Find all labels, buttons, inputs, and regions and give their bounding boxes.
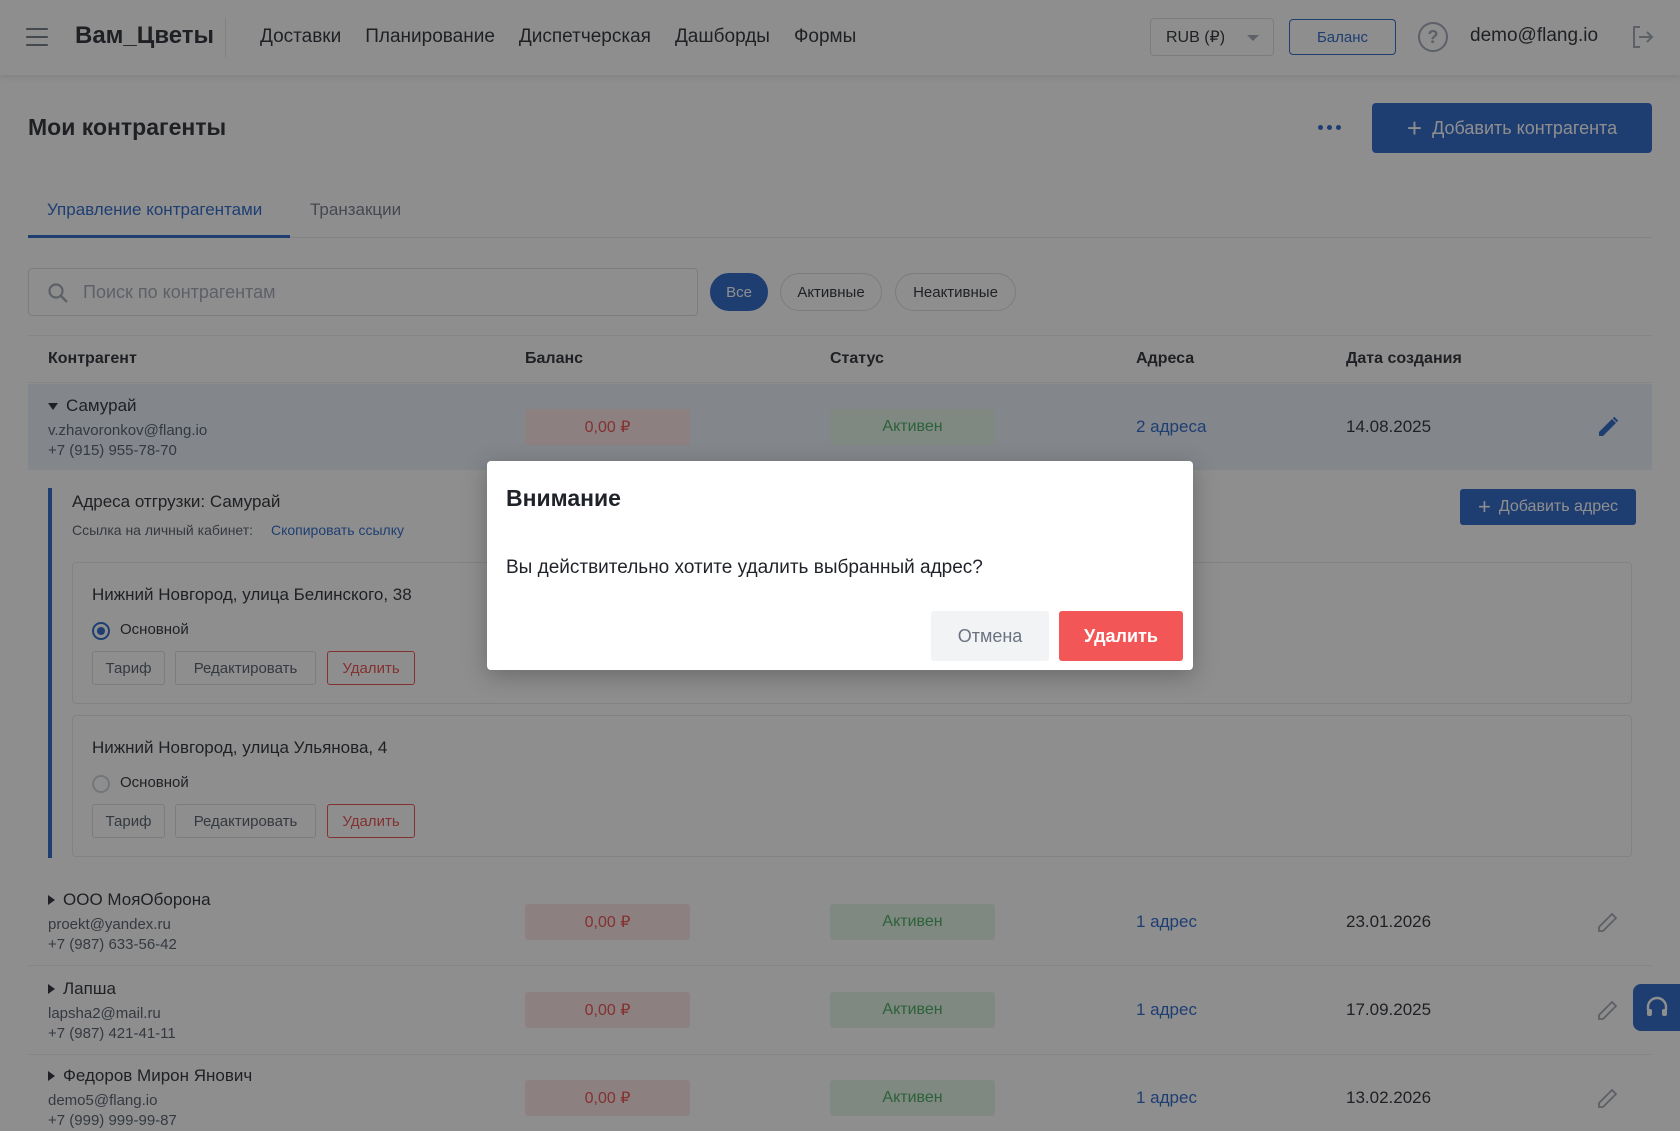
confirm-delete-dialog: Внимание Вы действительно хотите удалить… bbox=[487, 461, 1193, 670]
confirm-delete-button[interactable]: Удалить bbox=[1059, 611, 1183, 661]
dialog-message: Вы действительно хотите удалить выбранны… bbox=[506, 557, 983, 578]
cancel-button[interactable]: Отмена bbox=[931, 611, 1049, 661]
dialog-title: Внимание bbox=[506, 485, 621, 511]
